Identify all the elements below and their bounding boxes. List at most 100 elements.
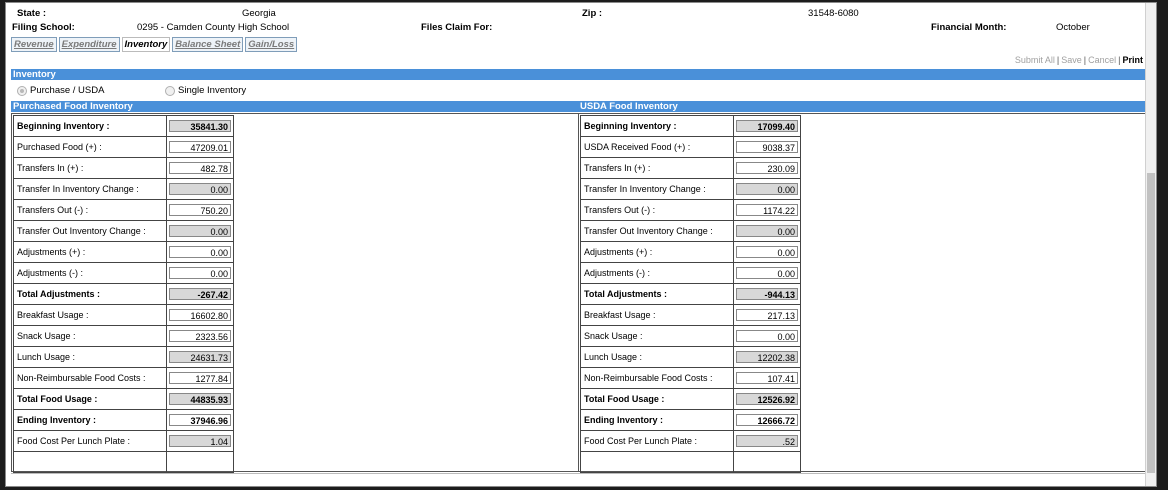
value-input[interactable]: 107.41 — [736, 372, 798, 384]
tab-gain-loss[interactable]: Gain/Loss — [245, 37, 298, 52]
row-label: Adjustments (-) : — [580, 262, 734, 284]
value-input[interactable]: 0.00 — [736, 246, 798, 258]
radio-unchecked-icon[interactable] — [165, 85, 175, 96]
row-label: Transfer Out Inventory Change : — [580, 220, 734, 242]
table-row: Beginning Inventory :35841.30 — [13, 115, 234, 137]
value-cell: 9038.37 — [733, 136, 801, 158]
value-input[interactable]: 0.00 — [736, 330, 798, 342]
value-input[interactable]: 16602.80 — [169, 309, 231, 321]
value-input[interactable]: 0.00 — [169, 267, 231, 279]
row-label: Beginning Inventory : — [580, 115, 734, 137]
print-link[interactable]: Print — [1122, 55, 1143, 65]
value-input[interactable]: 47209.01 — [169, 141, 231, 153]
tab-inventory[interactable]: Inventory — [121, 37, 171, 52]
value-cell: 750.20 — [166, 199, 234, 221]
value-input[interactable]: 1277.84 — [169, 372, 231, 384]
vertical-scrollbar[interactable] — [1145, 3, 1156, 486]
scrollbar-thumb[interactable] — [1147, 173, 1155, 473]
value-input[interactable]: 230.09 — [736, 162, 798, 174]
submit-all-link[interactable]: Submit All — [1015, 55, 1055, 65]
value-input[interactable]: 482.78 — [169, 162, 231, 174]
value-cell: 482.78 — [166, 157, 234, 179]
usda-panel-title: USDA Food Inventory — [578, 101, 1148, 112]
tab-balance-sheet[interactable]: Balance Sheet — [172, 37, 244, 52]
radio-checked-icon[interactable] — [17, 85, 27, 96]
cancel-link[interactable]: Cancel — [1088, 55, 1116, 65]
save-link[interactable]: Save — [1061, 55, 1082, 65]
value-cell: 0.00 — [733, 220, 801, 242]
table-row: Total Food Usage :12526.92 — [580, 388, 801, 410]
row-label: Food Cost Per Lunch Plate : — [580, 430, 734, 452]
value-cell: 0.00 — [166, 220, 234, 242]
value-cell: 37946.96 — [166, 409, 234, 431]
table-row: Food Cost Per Lunch Plate :1.04 — [13, 430, 234, 452]
empty-row — [580, 451, 801, 473]
header-row-state: State : Georgia Zip : 31548-6080 — [6, 7, 1146, 20]
readonly-value-field: 24631.73 — [169, 351, 231, 363]
filing-school-value: 0295 - Camden County High School — [137, 22, 290, 33]
value-cell: 1.04 — [166, 430, 234, 452]
row-label: Food Cost Per Lunch Plate : — [13, 430, 167, 452]
table-row: Beginning Inventory :17099.40 — [580, 115, 801, 137]
readonly-value-field: 12526.92 — [736, 393, 798, 405]
row-label: Snack Usage : — [580, 325, 734, 347]
row-label: Adjustments (+) : — [13, 241, 167, 263]
financial-month-label: Financial Month: — [931, 22, 1007, 33]
radio-purchase-usda[interactable]: Purchase / USDA — [17, 85, 104, 96]
value-input[interactable]: 750.20 — [169, 204, 231, 216]
readonly-value-field: 12202.38 — [736, 351, 798, 363]
value-cell: 16602.80 — [166, 304, 234, 326]
value-input[interactable]: 37946.96 — [169, 414, 231, 426]
row-label: Lunch Usage : — [580, 346, 734, 368]
row-label: Total Food Usage : — [580, 388, 734, 410]
table-row: Snack Usage :0.00 — [580, 325, 801, 347]
value-cell: 107.41 — [733, 367, 801, 389]
table-row: Breakfast Usage :217.13 — [580, 304, 801, 326]
radio-label: Single Inventory — [178, 85, 247, 96]
tab-expenditure[interactable]: Expenditure — [58, 37, 120, 52]
row-label: Total Adjustments : — [13, 283, 167, 305]
readonly-value-field: 0.00 — [736, 183, 798, 195]
section-title: Inventory — [11, 69, 1148, 80]
value-cell: 0.00 — [733, 241, 801, 263]
row-label: Total Food Usage : — [13, 388, 167, 410]
purchased-panel-title: Purchased Food Inventory — [11, 101, 578, 112]
table-row: Food Cost Per Lunch Plate : .52 — [580, 430, 801, 452]
value-cell: -944.13 — [733, 283, 801, 305]
value-cell: 230.09 — [733, 157, 801, 179]
empty-cell — [580, 451, 734, 473]
radio-single-inventory[interactable]: Single Inventory — [165, 85, 246, 96]
row-label: Ending Inventory : — [13, 409, 167, 431]
files-claim-label: Files Claim For: — [421, 22, 493, 33]
row-label: Transfer In Inventory Change : — [13, 178, 167, 200]
table-row: Transfer In Inventory Change :0.00 — [13, 178, 234, 200]
value-cell: 0.00 — [733, 262, 801, 284]
table-row: Transfer Out Inventory Change :0.00 — [580, 220, 801, 242]
value-input[interactable]: 217.13 — [736, 309, 798, 321]
row-label: Breakfast Usage : — [580, 304, 734, 326]
value-cell: 35841.30 — [166, 115, 234, 137]
value-cell: 47209.01 — [166, 136, 234, 158]
table-row: Purchased Food (+) :47209.01 — [13, 136, 234, 158]
value-input[interactable]: 0.00 — [736, 267, 798, 279]
value-input[interactable]: 9038.37 — [736, 141, 798, 153]
tab-revenue[interactable]: Revenue — [11, 37, 57, 52]
value-cell: 0.00 — [733, 325, 801, 347]
value-cell: .52 — [733, 430, 801, 452]
row-label: Purchased Food (+) : — [13, 136, 167, 158]
value-cell: 44835.93 — [166, 388, 234, 410]
table-row: USDA Received Food (+) :9038.37 — [580, 136, 801, 158]
value-cell: 12666.72 — [733, 409, 801, 431]
value-input[interactable]: 1174.22 — [736, 204, 798, 216]
readonly-value-field: 0.00 — [169, 225, 231, 237]
usda-panel: Beginning Inventory :17099.40 USDA Receiv… — [578, 113, 1147, 473]
value-input[interactable]: 12666.72 — [736, 414, 798, 426]
value-input[interactable]: 2323.56 — [169, 330, 231, 342]
value-input[interactable]: 0.00 — [169, 246, 231, 258]
tab-bar: Revenue Expenditure Inventory Balance Sh… — [11, 37, 298, 52]
row-label: Transfers In (+) : — [580, 157, 734, 179]
row-label: Snack Usage : — [13, 325, 167, 347]
row-label: Non-Reimbursable Food Costs : — [580, 367, 734, 389]
table-row: Transfers In (+) :230.09 — [580, 157, 801, 179]
readonly-value-field: 0.00 — [169, 183, 231, 195]
